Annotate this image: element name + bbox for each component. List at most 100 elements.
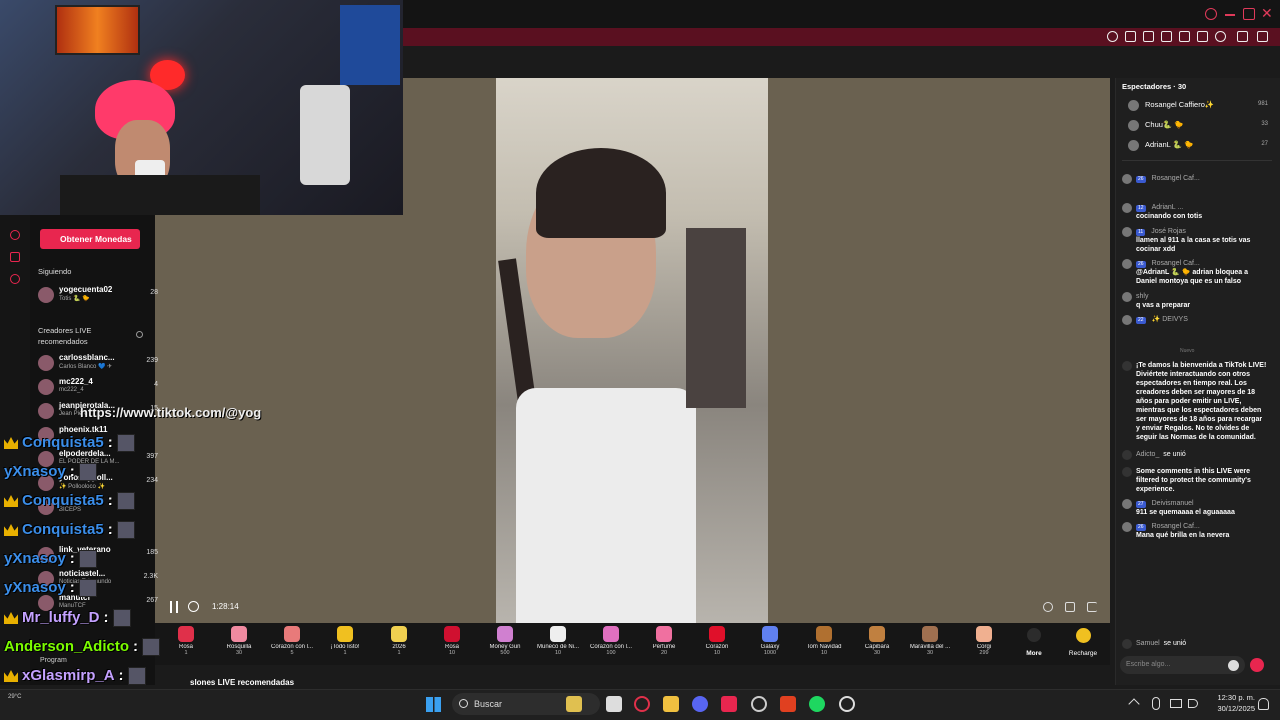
menu-icon[interactable] — [1257, 31, 1268, 42]
viewer-row[interactable]: Chuu🐍 🐤 33 — [1128, 119, 1268, 133]
avatar[interactable] — [1122, 499, 1132, 509]
gift-item[interactable]: Corazón 10 — [689, 626, 745, 656]
obs-studio-icon[interactable] — [839, 696, 855, 712]
home-icon[interactable] — [10, 252, 20, 262]
gift-item[interactable]: Muñeco de Ni... 10 — [530, 626, 586, 656]
chat-username[interactable]: Deivismanuel — [1152, 500, 1194, 507]
gift-item[interactable]: Galaxy 1000 — [742, 626, 798, 656]
tiktok-icon — [1122, 467, 1132, 477]
gift-item[interactable]: Corazón con l... 100 — [583, 626, 639, 656]
obs-icon[interactable] — [751, 696, 767, 712]
pause-icon[interactable] — [170, 601, 178, 613]
gift-item[interactable]: Maravilla del ... 30 — [902, 626, 958, 656]
download-icon[interactable] — [1237, 31, 1248, 42]
widgets-icon[interactable] — [566, 696, 582, 712]
gift-more-label: More — [1026, 650, 1042, 657]
fullscreen-icon[interactable] — [1065, 602, 1075, 612]
live-video[interactable] — [496, 78, 768, 623]
viewer-row[interactable]: Rosangel Caffiero✨ 981 — [1128, 99, 1268, 113]
weather[interactable]: 29°C — [8, 694, 21, 700]
file-explorer-icon[interactable] — [663, 696, 679, 712]
gift-item[interactable]: Rosquilla 30 — [211, 626, 267, 656]
gift-more-button[interactable]: More — [1020, 628, 1048, 657]
gift-item[interactable]: Perfume 20 — [636, 626, 692, 656]
heart-icon[interactable] — [1215, 31, 1226, 42]
crown-icon — [4, 495, 18, 508]
maximize-icon[interactable] — [1243, 8, 1255, 20]
chat-username[interactable]: Rosangel Caf... — [1152, 523, 1200, 530]
gift-icon — [231, 626, 247, 642]
viewer-row[interactable]: AdrianL 🐍 🐤 27 — [1128, 139, 1268, 153]
tiktok-icon[interactable] — [721, 696, 737, 712]
chat-username[interactable]: Rosangel Caf... — [1152, 260, 1200, 267]
creator-item[interactable]: yogecuenta02 Totis 🐍 🐤 28 — [38, 285, 158, 307]
windows-start-icon[interactable] — [426, 697, 441, 712]
zoom-icon[interactable] — [1107, 31, 1118, 42]
pin-icon[interactable] — [1125, 31, 1136, 42]
task-view-icon[interactable] — [606, 696, 622, 712]
gift-item[interactable]: ¡Todo listo! 1 — [317, 626, 373, 656]
tiktok-icon — [1122, 361, 1132, 371]
clock[interactable]: 12:30 p. m. 30/12/2025 — [1205, 692, 1255, 714]
avatar[interactable] — [1122, 292, 1132, 302]
chat-username[interactable]: José Rojas — [1151, 228, 1186, 235]
creator-name: carlossblanc... — [59, 353, 115, 362]
get-coins-button[interactable]: Obtener Monedas — [40, 229, 140, 249]
mic-icon[interactable] — [1152, 697, 1160, 710]
chat-username[interactable]: AdrianL ... — [1152, 204, 1184, 211]
minimize-icon[interactable] — [1225, 14, 1235, 16]
network-icon[interactable] — [1170, 699, 1182, 708]
close-icon[interactable]: ✕ — [1261, 6, 1273, 20]
gift-icon — [762, 626, 778, 642]
search-icon[interactable] — [1205, 8, 1217, 20]
gift-item[interactable]: Rosa 10 — [424, 626, 480, 656]
gear-icon[interactable] — [10, 274, 20, 284]
shield-icon[interactable] — [1161, 31, 1172, 42]
avatar[interactable] — [1122, 174, 1132, 184]
overlay-chat-line: yXnasoy: — [4, 463, 97, 482]
spotify-icon[interactable] — [809, 696, 825, 712]
recharge-button[interactable]: Recharge — [1066, 628, 1100, 657]
brave-icon[interactable] — [780, 696, 796, 712]
creator-item[interactable]: mc222_4 mc222_4 4 — [38, 377, 158, 399]
refresh-icon[interactable] — [188, 601, 199, 612]
avatar[interactable] — [1122, 522, 1132, 532]
extension-icon[interactable] — [1179, 31, 1190, 42]
opera-icon[interactable] — [634, 696, 650, 712]
join-user[interactable]: Adicto_ — [1136, 451, 1159, 458]
play-icon[interactable] — [1197, 31, 1208, 42]
settings-icon[interactable] — [1043, 602, 1053, 612]
gift-item[interactable]: Tom Navidad 10 — [796, 626, 852, 656]
gift-item[interactable]: Rosa 1 — [158, 626, 214, 656]
bookmark-icon[interactable] — [1143, 31, 1154, 42]
following-heading: Siguiendo — [38, 267, 72, 276]
volume-tray-icon[interactable] — [1188, 699, 1198, 708]
notification-bell-icon[interactable] — [1258, 698, 1269, 710]
gift-heart-icon[interactable] — [1250, 658, 1264, 672]
level-badge: 27 — [1136, 501, 1146, 508]
join-user[interactable]: Samuel — [1136, 640, 1160, 647]
sidebar-footer: slones LIVE recomendadas — [190, 678, 295, 687]
gift-item[interactable]: Money Gun 500 — [477, 626, 533, 656]
overlay-colon: : — [133, 638, 139, 655]
creator-item[interactable]: carlossblanc... Carlos Blanco 💙 ✈ 239 — [38, 353, 158, 375]
viewers-label[interactable]: Espectadores · 30 — [1122, 82, 1186, 91]
discord-icon[interactable] — [692, 696, 708, 712]
gift-price: 1000 — [763, 650, 777, 656]
clock-icon[interactable] — [10, 230, 20, 240]
gift-item[interactable]: Capibara 30 — [849, 626, 905, 656]
refresh-icon[interactable] — [136, 331, 143, 338]
chat-username[interactable]: Rosangel Caf... — [1152, 175, 1200, 182]
avatar[interactable] — [1122, 259, 1132, 269]
gift-item[interactable]: Corgi 299 — [956, 626, 1012, 656]
chat-username[interactable]: ✨ DEIVYS — [1152, 316, 1188, 323]
avatar[interactable] — [1122, 203, 1132, 213]
chat-username[interactable]: shly — [1136, 293, 1148, 300]
chat-input[interactable]: Escribe algo... — [1120, 656, 1245, 674]
emoji-icon[interactable] — [1228, 660, 1239, 671]
gift-item[interactable]: 2026 1 — [371, 626, 427, 656]
avatar[interactable] — [1122, 227, 1132, 237]
gift-item[interactable]: Corazón con l... 5 — [264, 626, 320, 656]
avatar[interactable] — [1122, 315, 1132, 325]
volume-icon[interactable] — [1087, 602, 1097, 612]
